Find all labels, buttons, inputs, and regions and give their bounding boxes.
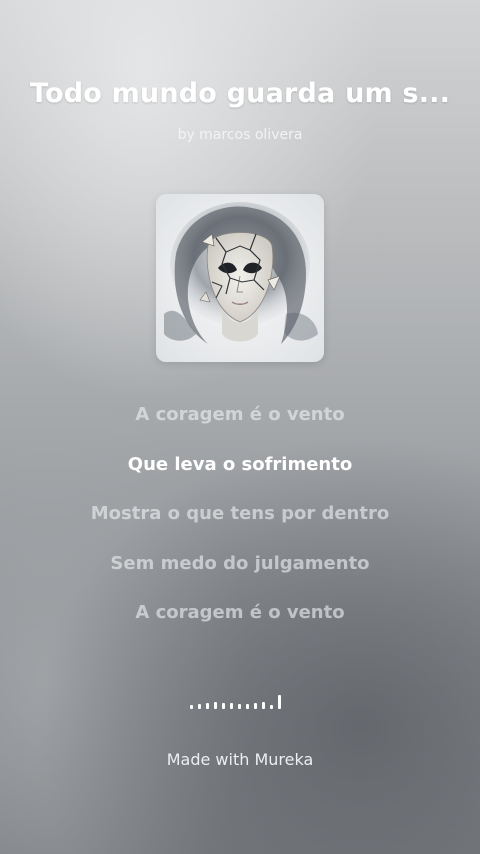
- lyric-line: A coragem é o vento: [135, 602, 345, 623]
- visualizer-bar: [214, 702, 217, 709]
- visualizer-bar: [238, 704, 241, 709]
- visualizer-bar: [206, 703, 209, 709]
- lyrics-panel: A coragem é o vento Que leva o sofriment…: [0, 398, 480, 646]
- visualizer-bar: [198, 704, 201, 709]
- lyric-line-active: Que leva o sofrimento: [127, 453, 353, 475]
- visualizer-bar: [246, 704, 249, 709]
- album-cover: [156, 194, 324, 362]
- made-with-label: Made with Mureka: [166, 750, 314, 769]
- lyric-line: A coragem é o vento: [135, 404, 345, 425]
- visualizer-bar: [254, 703, 257, 709]
- visualizer-bar: [270, 705, 273, 709]
- visualizer-bar: [230, 703, 233, 709]
- lyric-line: Mostra o que tens por dentro: [90, 503, 390, 524]
- visualizer-bar: [278, 695, 281, 709]
- audio-visualizer-icon: [190, 693, 290, 709]
- visualizer-bar: [190, 705, 193, 709]
- visualizer-bar: [222, 703, 225, 709]
- song-title: Todo mundo guarda um s...: [29, 78, 451, 109]
- cracked-mask-icon: [164, 202, 318, 344]
- song-author: by marcos olivera: [177, 127, 303, 143]
- visualizer-bar: [262, 702, 265, 709]
- lyric-line: Sem medo do julgamento: [110, 552, 370, 574]
